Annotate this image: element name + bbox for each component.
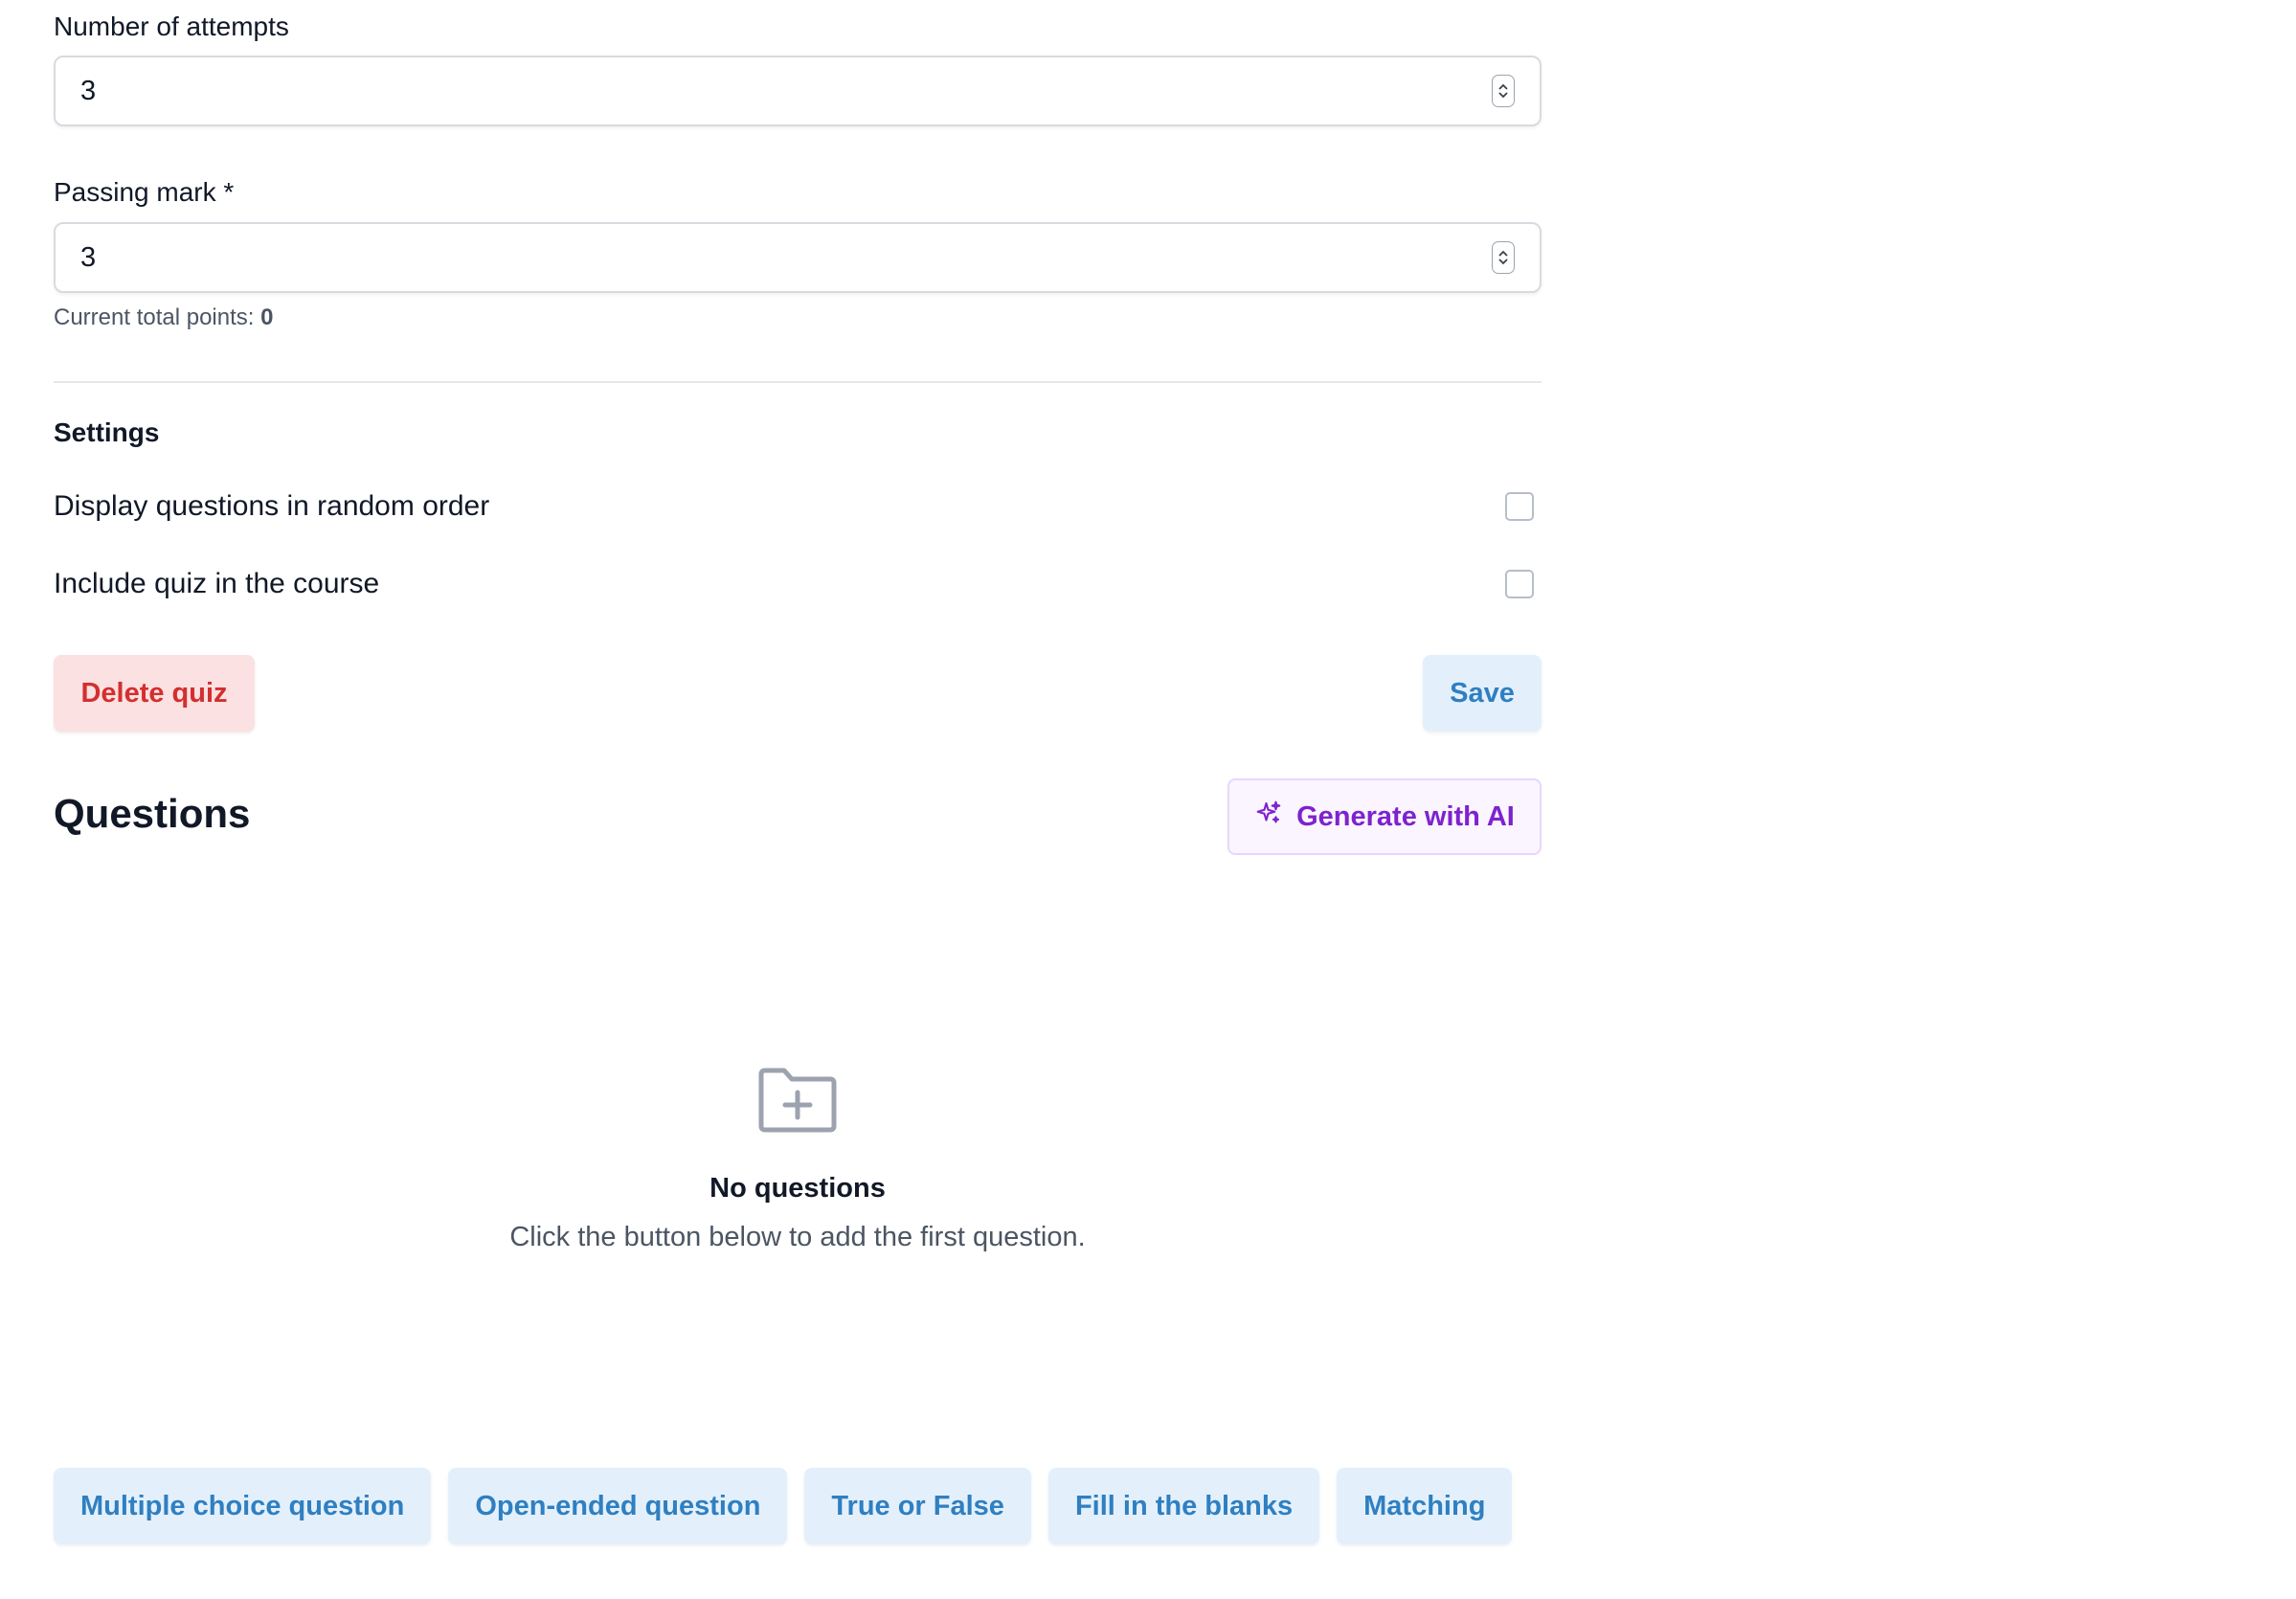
generate-with-ai-label: Generate with AI [1296,800,1515,832]
add-multiple-choice-button[interactable]: Multiple choice question [54,1468,432,1544]
total-points-hint: Current total points: 0 [54,304,273,331]
passing-mark-input[interactable]: 3 [54,222,1542,293]
setting-include-quiz: Include quiz in the course [54,563,1542,605]
number-stepper-icon[interactable] [1492,241,1515,274]
random-order-checkbox[interactable] [1505,492,1534,521]
attempts-input[interactable]: 3 [54,56,1542,126]
question-type-bar: Multiple choice question Open-ended ques… [54,1468,1513,1544]
passing-mark-value[interactable]: 3 [56,242,1492,274]
attempts-label: Number of attempts [54,11,289,41]
save-button[interactable]: Save [1423,655,1542,732]
setting-include-quiz-label: Include quiz in the course [54,568,380,599]
sparkles-icon [1254,799,1283,835]
add-open-ended-button[interactable]: Open-ended question [448,1468,788,1544]
add-true-false-button[interactable]: True or False [804,1468,1031,1544]
add-fill-blanks-button[interactable]: Fill in the blanks [1047,1468,1320,1544]
delete-quiz-button[interactable]: Delete quiz [54,655,255,732]
empty-state: No questions Click the button below to a… [54,1067,1542,1253]
include-quiz-checkbox[interactable] [1505,570,1534,598]
add-matching-button[interactable]: Matching [1337,1468,1513,1544]
total-points-label: Current total points: [54,304,255,330]
questions-title: Questions [54,791,251,836]
settings-title: Settings [54,417,160,447]
setting-random-order-label: Display questions in random order [54,490,490,522]
total-points-value: 0 [260,304,274,330]
empty-state-description: Click the button below to add the first … [509,1222,1086,1252]
number-stepper-icon[interactable] [1492,75,1515,107]
folder-plus-icon [757,1067,838,1138]
section-divider [54,381,1542,383]
setting-random-order: Display questions in random order [54,485,1542,528]
attempts-value[interactable]: 3 [56,76,1492,107]
generate-with-ai-button[interactable]: Generate with AI [1227,778,1542,855]
empty-state-title: No questions [709,1173,886,1204]
passing-mark-label: Passing mark * [54,177,235,207]
